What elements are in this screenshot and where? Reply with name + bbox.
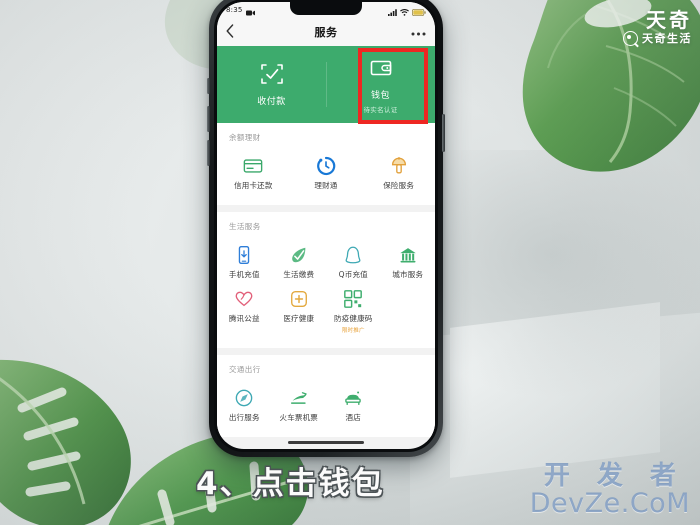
- phone-screen: 8:35 服务 收付款 钱包 待实名认证 余额理财 信用卡还款 理财通 保险服务…: [217, 2, 435, 449]
- grid-item-label: 城市服务: [392, 270, 424, 279]
- insurance-icon: [389, 155, 409, 176]
- watermark-devze: 开 发 者 DevZe.CoM: [530, 463, 690, 517]
- grid-item-label: 腾讯公益: [228, 314, 260, 323]
- phone-volume-up-button[interactable]: [207, 106, 210, 132]
- grid-item-label: 出行服务: [228, 413, 260, 422]
- section-grid: 出行服务 火车票机票 酒店: [217, 382, 435, 426]
- phone-volume-down-button[interactable]: [207, 140, 210, 166]
- circle-search-icon: [623, 30, 638, 46]
- more-dots-icon[interactable]: [406, 26, 426, 38]
- grid-item-insurance[interactable]: 保险服务: [362, 150, 435, 194]
- grid-item-label: 医疗健康: [283, 314, 315, 323]
- train-plane-ticket-icon: [289, 387, 309, 408]
- section-grid: 信用卡还款 理财通 保险服务: [217, 150, 435, 194]
- grid-item-mobile-recharge[interactable]: 手机充值: [217, 239, 272, 283]
- page-title: 服务: [314, 26, 338, 39]
- charity-icon: [234, 288, 254, 309]
- watermark-devze-cn: 开 发 者: [543, 461, 685, 491]
- status-bar: 8:35: [217, 2, 435, 18]
- grid-item-train-plane-ticket[interactable]: 火车票机票: [272, 382, 327, 426]
- medical-health-icon: [289, 288, 309, 309]
- grid-item-label: 防疫健康码: [334, 314, 373, 323]
- video-camera-icon: [245, 2, 255, 20]
- signal-icon: [388, 2, 397, 20]
- hero-item-sublabel: 待实名认证: [363, 105, 398, 114]
- grid-item-label: Q币充值: [338, 270, 368, 279]
- grid-item-licaitong[interactable]: 理财通: [290, 150, 363, 194]
- grid-item-city-service[interactable]: 城市服务: [381, 239, 436, 283]
- hero-item-scan-pay[interactable]: 收付款: [217, 46, 326, 123]
- grid-item-label: 酒店: [345, 413, 361, 422]
- mobile-recharge-icon: [234, 244, 254, 265]
- utility-bill-icon: [289, 244, 309, 265]
- phone-bezel: 8:35 服务 收付款 钱包 待实名认证 余额理财 信用卡还款 理财通 保险服务…: [214, 0, 438, 452]
- service-page-content[interactable]: 收付款 钱包 待实名认证 余额理财 信用卡还款 理财通 保险服务 生活服务 手机…: [217, 46, 435, 442]
- grid-item-empty: [381, 283, 436, 337]
- section-balance-finance: 余额理财 信用卡还款 理财通 保险服务: [217, 123, 435, 205]
- travel-service-icon: [234, 387, 254, 408]
- watermark-devze-en: DevZe.CoM: [529, 488, 690, 519]
- grid-item-credit-card-repay[interactable]: 信用卡还款: [217, 150, 290, 194]
- section-transport: 交通出行 出行服务 火车票机票 酒店: [217, 355, 435, 437]
- grid-item-hotel[interactable]: 酒店: [326, 382, 381, 426]
- grid-item-label: 信用卡还款: [234, 181, 273, 190]
- watermark-top-right: 天奇: [646, 8, 692, 32]
- back-button[interactable]: [226, 23, 246, 41]
- credit-card-icon: [243, 155, 263, 176]
- phone-power-button[interactable]: [442, 114, 445, 152]
- q-coin-icon: [343, 244, 363, 265]
- grid-item-q-coin[interactable]: Q币充值: [326, 239, 381, 283]
- grid-item-label: 手机充值: [228, 270, 260, 279]
- battery-icon: [412, 2, 426, 20]
- grid-item-travel-service[interactable]: 出行服务: [217, 382, 272, 426]
- section-title: 余额理财: [229, 133, 261, 142]
- grid-item-label: 理财通: [314, 181, 338, 190]
- grid-item-label: 火车票机票: [279, 413, 318, 422]
- section-life-services: 生活服务 手机充值 生活缴费 Q币充值 城市服务 腾讯公益 医疗健康 防疫健康码…: [217, 212, 435, 348]
- grid-item-label: 保险服务: [383, 181, 415, 190]
- wifi-icon: [400, 2, 409, 20]
- wallet-icon: [369, 56, 393, 84]
- grid-item-promo-tag: 限时推广: [341, 328, 365, 334]
- watermark-brand-text: 天奇生活: [642, 32, 692, 45]
- phone-mute-switch[interactable]: [207, 78, 210, 94]
- licaitong-icon: [316, 155, 336, 176]
- status-time: 8:35: [226, 6, 243, 14]
- instruction-caption: 4、点击钱包: [196, 466, 385, 502]
- hero-item-label: 钱包: [370, 90, 390, 101]
- hero-actions: 收付款 钱包 待实名认证: [217, 46, 435, 124]
- phone-notch: [290, 2, 362, 15]
- grid-item-charity[interactable]: 腾讯公益: [217, 283, 272, 337]
- watermark-brand: 天奇生活: [623, 30, 692, 46]
- section-grid: 手机充值 生活缴费 Q币充值 城市服务 腾讯公益 医疗健康 防疫健康码 限时推广: [217, 239, 435, 337]
- hero-item-wallet[interactable]: 钱包 待实名认证: [326, 46, 435, 123]
- phone-device: 8:35 服务 收付款 钱包 待实名认证 余额理财 信用卡还款 理财通 保险服务…: [207, 0, 445, 457]
- health-code-icon: [343, 288, 363, 309]
- scan-pay-icon: [260, 62, 284, 90]
- grid-item-health-code[interactable]: 防疫健康码 限时推广: [326, 283, 381, 337]
- grid-item-label: 生活缴费: [283, 270, 315, 279]
- city-service-icon: [398, 244, 418, 265]
- grid-item-empty: [381, 382, 436, 426]
- hero-item-label: 收付款: [257, 97, 286, 107]
- grid-item-medical-health[interactable]: 医疗健康: [272, 283, 327, 337]
- navigation-bar: 服务: [217, 18, 435, 46]
- hotel-icon: [343, 387, 363, 408]
- section-title: 生活服务: [229, 222, 261, 231]
- section-title: 交通出行: [229, 365, 261, 374]
- home-indicator[interactable]: [288, 441, 364, 444]
- grid-item-utility-bill[interactable]: 生活缴费: [272, 239, 327, 283]
